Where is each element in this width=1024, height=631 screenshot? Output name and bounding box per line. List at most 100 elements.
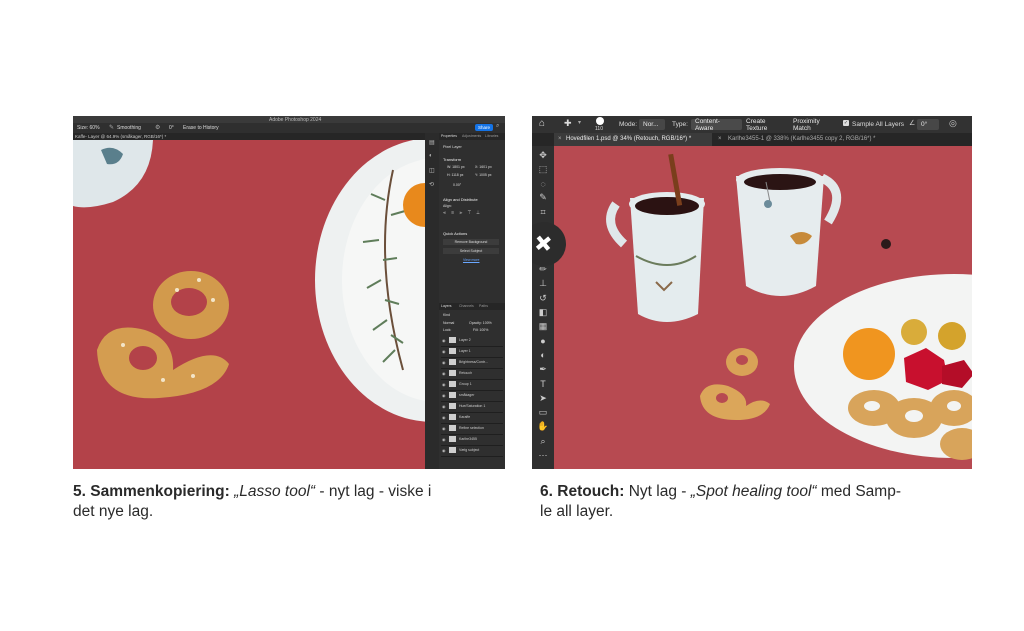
tool-preset-chevron-icon[interactable]: ▾ <box>578 119 581 126</box>
pen-icon[interactable]: ✒ <box>532 363 554 377</box>
layer-thumbnail <box>449 425 456 431</box>
move-icon[interactable]: ✥ <box>532 148 554 162</box>
left-doc-tabbar: Kaffe- Layer @ 64.9% (småkager, RGB/16*)… <box>73 133 425 140</box>
zoom-icon[interactable]: ⌕ <box>532 434 554 448</box>
path-select-icon[interactable]: ➤ <box>532 391 554 405</box>
tab-libraries[interactable]: Libraries <box>485 134 498 138</box>
quick-select-icon[interactable]: ✎ <box>532 191 554 205</box>
create-texture-button[interactable]: Create Texture <box>742 118 787 132</box>
height-field[interactable]: H: 1118 px <box>447 173 463 177</box>
type-label: Type: <box>672 121 688 128</box>
hand-icon[interactable]: ✋ <box>532 420 554 434</box>
caption-right: 6. Retouch: Nyt lag - „Spot healing tool… <box>540 482 960 522</box>
layer-name: Karaffe <box>459 415 471 419</box>
left-canvas <box>73 140 425 469</box>
brush-size-value[interactable]: 110 <box>595 126 603 132</box>
select-subject-button[interactable]: Select Subject <box>443 248 499 254</box>
search-icon[interactable]: ⌕ <box>496 123 499 130</box>
properties-panel: Properties Adjustments Libraries Pixel L… <box>439 133 505 303</box>
history-icon[interactable]: ⟲ <box>429 181 434 188</box>
brush-settings-icon[interactable]: ✎ <box>109 124 114 131</box>
tab-adjustments[interactable]: Adjustments <box>462 134 481 138</box>
right-options-bar: ⌂ ✚ ▾ 110 Mode: Nor... Type: Content-Awa… <box>532 116 972 133</box>
width-field[interactable]: W: 1801 px <box>447 165 465 169</box>
caption-left: 5. Sammenkopiering: „Lasso tool“ - nyt l… <box>73 482 493 522</box>
content-aware-button[interactable]: Content-Aware <box>691 118 742 132</box>
angle-field[interactable]: 0° <box>169 125 174 131</box>
rectangle-icon[interactable]: ▭ <box>532 405 554 419</box>
layer-thumbnail <box>449 447 456 453</box>
tab-inactive[interactable]: Karlhe3455-1 @ 338% (Karlhe3455 copy 2, … <box>728 136 876 142</box>
y-field[interactable]: Y: 1005 px <box>475 173 492 177</box>
smoothing-field[interactable]: Smoothing <box>117 125 141 131</box>
properties-icon[interactable]: ▤ <box>429 139 435 146</box>
gear-icon[interactable]: ⚙ <box>155 124 160 131</box>
crop-icon[interactable]: ⌗ <box>532 205 554 219</box>
tab-active[interactable]: Hovedfilen 1.psd @ 34% (Retouch, RGB/16*… <box>566 136 691 142</box>
close-tab-icon[interactable]: × <box>558 136 562 142</box>
brush-cursor <box>881 239 891 249</box>
type-icon[interactable]: T <box>532 377 554 391</box>
tab-channels[interactable]: Channels <box>459 304 474 308</box>
libraries-icon[interactable]: ◫ <box>429 167 435 174</box>
opacity-field[interactable]: Opacity: 100% <box>469 321 492 325</box>
sample-all-checkbox[interactable]: ✓ <box>843 120 849 126</box>
gradient-icon[interactable]: ▦ <box>532 320 554 334</box>
layer-row[interactable]: ◉ Vælg subject <box>441 445 503 457</box>
brush-preview-icon[interactable] <box>596 117 604 125</box>
eye-icon[interactable]: ◉ <box>442 393 446 398</box>
tab-layers[interactable]: Layers <box>441 304 452 308</box>
mode-select[interactable]: Nor... <box>639 119 665 130</box>
close-tab-icon[interactable]: × <box>718 136 722 142</box>
layer-thumbnail <box>449 337 456 343</box>
tab-properties[interactable]: Properties <box>441 134 457 138</box>
layer-thumbnail <box>449 370 456 376</box>
eye-icon[interactable]: ◉ <box>442 371 446 376</box>
eraser-icon[interactable]: ◧ <box>532 305 554 319</box>
eye-icon[interactable]: ◉ <box>442 437 446 442</box>
tab-paths[interactable]: Paths <box>479 304 488 308</box>
pressure-icon[interactable]: ◎ <box>949 118 957 129</box>
eye-icon[interactable]: ◉ <box>442 349 446 354</box>
fill-field[interactable]: Fill: 100% <box>473 328 488 332</box>
brush-size-field[interactable]: Size: 60% <box>77 125 100 131</box>
app-title-bar: Adobe Photoshop 2024 <box>73 116 505 123</box>
view-more-link[interactable]: View more <box>463 258 479 262</box>
eye-icon[interactable]: ◉ <box>442 415 446 420</box>
eye-icon[interactable]: ◉ <box>442 360 446 365</box>
sample-all-label: Sample All Layers <box>852 121 905 128</box>
adjustments-icon[interactable]: ◐ <box>429 153 433 159</box>
align-icons[interactable]: ⫷ ≡ ⫸ ⊤ ⊥ <box>443 210 482 216</box>
eye-icon[interactable]: ◉ <box>442 382 446 387</box>
spot-healing-tool-icon[interactable]: ✚ <box>564 118 572 129</box>
dodge-icon[interactable]: ◐ <box>532 348 554 362</box>
eye-icon[interactable]: ◉ <box>442 448 446 453</box>
layer-thumbnail <box>449 359 456 365</box>
x-field[interactable]: X: 1601 px <box>475 165 492 169</box>
layer-kind-filter[interactable]: Kind <box>443 313 450 317</box>
eye-icon[interactable]: ◉ <box>442 426 446 431</box>
caption-right-tool: „Spot healing tool“ <box>690 483 817 500</box>
caption-right-prefix: Nyt lag - <box>624 483 691 500</box>
layer-thumbnail <box>449 403 456 409</box>
angle-field[interactable]: 0° <box>917 119 939 130</box>
pixel-layer-label: Pixel Layer <box>443 145 462 149</box>
stamp-icon[interactable]: ⊥ <box>532 277 554 291</box>
blend-mode-select[interactable]: Normal <box>443 321 454 325</box>
home-icon[interactable]: ⌂ <box>539 118 545 129</box>
doc-tab[interactable]: Kaffe- Layer @ 64.9% (småkager, RGB/16*)… <box>75 134 166 139</box>
share-button[interactable]: Share <box>475 124 493 131</box>
erase-to-history-checkbox[interactable]: Erase to History <box>183 125 219 131</box>
eye-icon[interactable]: ◉ <box>442 338 446 343</box>
more-icon[interactable]: ⋯ <box>532 448 554 462</box>
layers-panel: Layers Channels Paths Kind Normal Opacit… <box>439 303 505 469</box>
angle-value[interactable]: 0.00° <box>453 183 461 187</box>
proximity-match-button[interactable]: Proximity Match <box>789 118 839 132</box>
history-brush-icon[interactable]: ↺ <box>532 291 554 305</box>
blur-icon[interactable]: ● <box>532 334 554 348</box>
remove-background-button[interactable]: Remove Background <box>443 239 499 245</box>
eye-icon[interactable]: ◉ <box>442 404 446 409</box>
marquee-icon[interactable]: ⬚ <box>532 162 554 176</box>
lasso-icon[interactable]: ◌ <box>532 177 554 191</box>
caption-left-line2: det nye lag. <box>73 503 154 520</box>
